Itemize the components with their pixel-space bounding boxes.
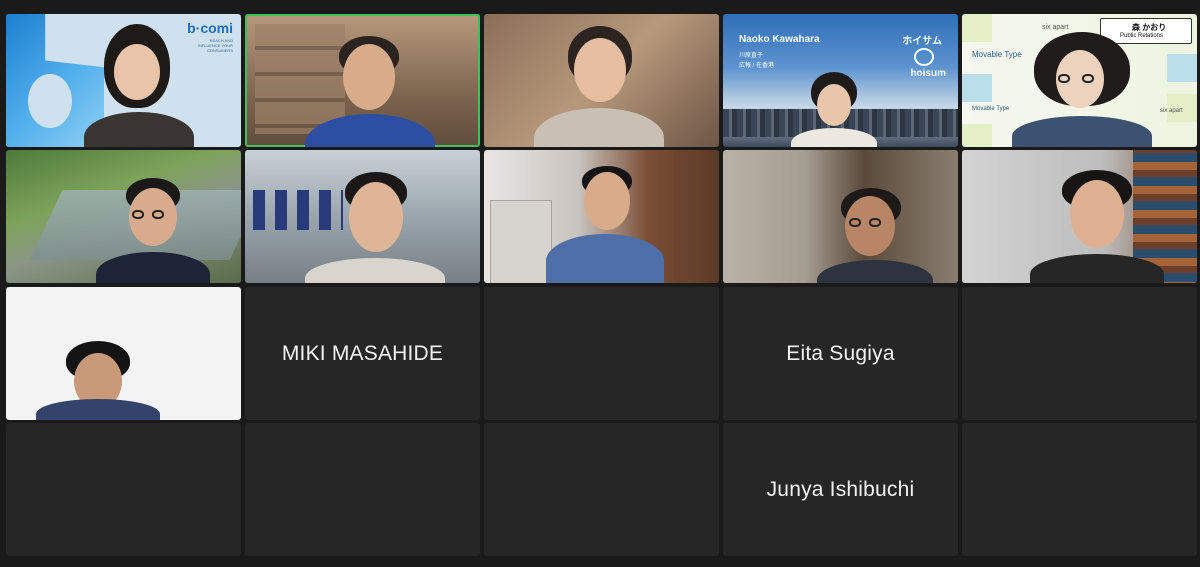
- participant-tile[interactable]: Naoko Kawahara 川原直子 広報 / 在香港 ホイサム hoisum: [723, 14, 958, 147]
- participant-tile[interactable]: [484, 14, 719, 147]
- participant-tile[interactable]: [6, 423, 241, 556]
- participant-video: [524, 24, 674, 147]
- participant-tile[interactable]: [484, 287, 719, 420]
- participant-tile-active-speaker[interactable]: [245, 14, 480, 147]
- sixapart-logo: six apart: [1160, 108, 1183, 114]
- participant-video: [295, 34, 445, 147]
- participant-video: [66, 22, 196, 147]
- participant-tile[interactable]: Eita Sugiya: [723, 287, 958, 420]
- participant-name: Junya Ishibuchi: [766, 477, 915, 501]
- brand-logo-jp: ホイサム: [902, 36, 942, 47]
- participant-video: [76, 176, 226, 283]
- participant-video: [1022, 168, 1172, 283]
- participant-tile[interactable]: [962, 287, 1197, 420]
- banner-text: Movable Type: [972, 50, 1022, 59]
- participant-tile[interactable]: [962, 150, 1197, 283]
- jp-name: 川原直子: [739, 53, 764, 59]
- smile-logo-icon: [914, 48, 934, 66]
- participant-tile[interactable]: [245, 423, 480, 556]
- participant-tile[interactable]: [245, 150, 480, 283]
- participant-tile[interactable]: [6, 150, 241, 283]
- participant-tile[interactable]: Junya Ishibuchi: [723, 423, 958, 556]
- participant-tile[interactable]: [962, 423, 1197, 556]
- participant-tile[interactable]: [484, 423, 719, 556]
- brand-logo: hoisum: [910, 68, 946, 79]
- participant-tile[interactable]: b·comi REACH AND INFLUENCE YOUR CONSUMER…: [6, 14, 241, 147]
- participant-name: Eita Sugiya: [786, 341, 895, 365]
- participant-video: [534, 164, 674, 283]
- participant-name: MIKI MASAHIDE: [281, 341, 444, 365]
- participant-name-overlay: Naoko Kawahara: [739, 34, 820, 45]
- participant-video: [1012, 30, 1152, 147]
- participant-tile[interactable]: Movable Type Movable Type six apart six …: [962, 14, 1197, 147]
- banner-text: Movable Type: [972, 106, 1010, 112]
- participant-video: [36, 339, 166, 420]
- participant-video: [813, 186, 943, 283]
- participant-tile[interactable]: [723, 150, 958, 283]
- participant-video: [295, 170, 455, 283]
- participant-tile[interactable]: [6, 287, 241, 420]
- participant-video: [773, 70, 893, 147]
- participant-tile[interactable]: [484, 150, 719, 283]
- jp-role: 広報 / 在香港: [739, 63, 775, 69]
- participant-tile[interactable]: MIKI MASAHIDE: [245, 287, 480, 420]
- participant-grid: b·comi REACH AND INFLUENCE YOUR CONSUMER…: [0, 0, 1200, 567]
